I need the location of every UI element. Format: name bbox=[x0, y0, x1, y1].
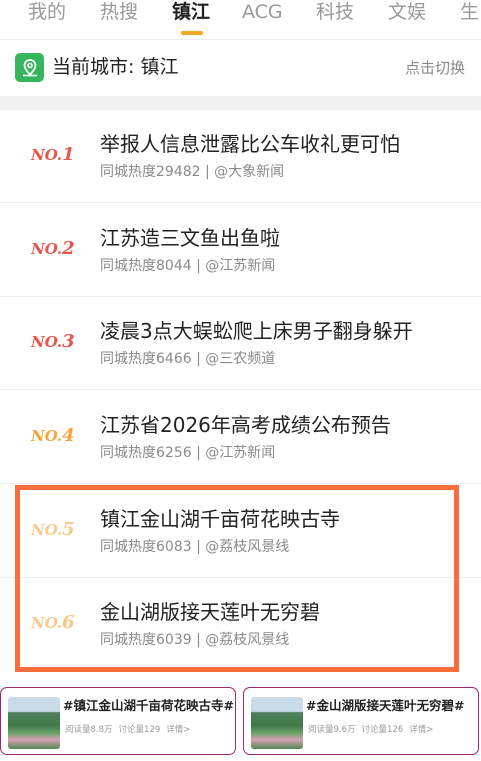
tab-zhenjiang[interactable]: 镇江 bbox=[172, 0, 210, 24]
current-city-label: 当前城市: 镇江 bbox=[52, 56, 179, 78]
list-item[interactable]: NO.1 举报人信息泄露比公车收礼更可怕 同城热度29482 | @大象新闻 bbox=[0, 110, 481, 203]
card-title: #镇江金山湖千亩荷花映古寺# bbox=[63, 698, 234, 713]
topic-meta: 同城热度8044 | @江苏新闻 bbox=[100, 258, 276, 274]
topic-title[interactable]: 江苏省2026年高考成绩公布预告 bbox=[100, 411, 391, 439]
topic-title[interactable]: 江苏造三文鱼出鱼啦 bbox=[100, 224, 280, 252]
tab-mine[interactable]: 我的 bbox=[28, 0, 66, 24]
tab-tech[interactable]: 科技 bbox=[316, 0, 354, 24]
city-bar: 当前城市: 镇江 点击切换 bbox=[0, 41, 481, 95]
rank-badge: NO.1 bbox=[31, 144, 75, 165]
rank-badge: NO.4 bbox=[31, 425, 75, 446]
topic-meta: 同城热度6083 | @荔枝风景线 bbox=[100, 539, 290, 555]
tab-life[interactable]: 生 bbox=[460, 0, 479, 24]
card-detail-link[interactable]: 详情> bbox=[166, 725, 190, 735]
topic-title[interactable]: 凌晨3点大蜈蚣爬上床男子翻身躲开 bbox=[100, 317, 413, 345]
active-tab-indicator bbox=[181, 31, 203, 35]
topic-meta: 同城热度29482 | @大象新闻 bbox=[100, 164, 285, 180]
tab-entertainment[interactable]: 文娱 bbox=[388, 0, 426, 24]
topic-meta: 同城热度6039 | @荔枝风景线 bbox=[100, 632, 290, 648]
topic-meta: 同城热度6466 | @三农频道 bbox=[100, 351, 276, 367]
rank-badge: NO.6 bbox=[31, 612, 75, 633]
section-divider bbox=[0, 96, 481, 110]
lotus-lake-thumbnail bbox=[8, 697, 60, 749]
card-stats: 阅读量8.8万 讨论量129 详情> bbox=[65, 725, 191, 735]
topic-title[interactable]: 举报人信息泄露比公车收礼更可怕 bbox=[100, 130, 400, 158]
rank-badge: NO.2 bbox=[31, 238, 75, 259]
card-detail-link[interactable]: 详情> bbox=[409, 725, 433, 735]
rank-badge: NO.5 bbox=[31, 519, 75, 540]
list-item[interactable]: NO.5 镇江金山湖千亩荷花映古寺 同城热度6083 | @荔枝风景线 bbox=[0, 485, 481, 578]
lotus-lake-thumbnail bbox=[251, 697, 303, 749]
list-item[interactable]: NO.6 金山湖版接天莲叶无穷碧 同城热度6039 | @荔枝风景线 bbox=[0, 578, 481, 671]
list-item[interactable]: NO.2 江苏造三文鱼出鱼啦 同城热度8044 | @江苏新闻 bbox=[0, 204, 481, 297]
top-tab-bar: 我的 热搜 镇江 ACG 科技 文娱 生 bbox=[0, 0, 481, 40]
tab-hot-search[interactable]: 热搜 bbox=[100, 0, 138, 24]
topic-card[interactable]: #金山湖版接天莲叶无穷碧# 阅读量9.6万 讨论量126 详情> bbox=[243, 687, 479, 755]
tab-acg[interactable]: ACG bbox=[242, 0, 283, 24]
topic-card[interactable]: #镇江金山湖千亩荷花映古寺# 阅读量8.8万 讨论量129 详情> bbox=[0, 687, 236, 755]
topic-meta: 同城热度6256 | @江苏新闻 bbox=[100, 445, 276, 461]
switch-city-button[interactable]: 点击切换 bbox=[405, 57, 465, 79]
list-item[interactable]: NO.4 江苏省2026年高考成绩公布预告 同城热度6256 | @江苏新闻 bbox=[0, 391, 481, 484]
topic-title[interactable]: 镇江金山湖千亩荷花映古寺 bbox=[100, 505, 340, 533]
card-title: #金山湖版接天莲叶无穷碧# bbox=[306, 698, 465, 713]
list-item[interactable]: NO.3 凌晨3点大蜈蚣爬上床男子翻身躲开 同城热度6466 | @三农频道 bbox=[0, 297, 481, 390]
card-stats: 阅读量9.6万 讨论量126 详情> bbox=[308, 725, 434, 735]
topic-title[interactable]: 金山湖版接天莲叶无穷碧 bbox=[100, 598, 320, 626]
location-pin-icon bbox=[15, 53, 44, 82]
rank-badge: NO.3 bbox=[31, 331, 75, 352]
